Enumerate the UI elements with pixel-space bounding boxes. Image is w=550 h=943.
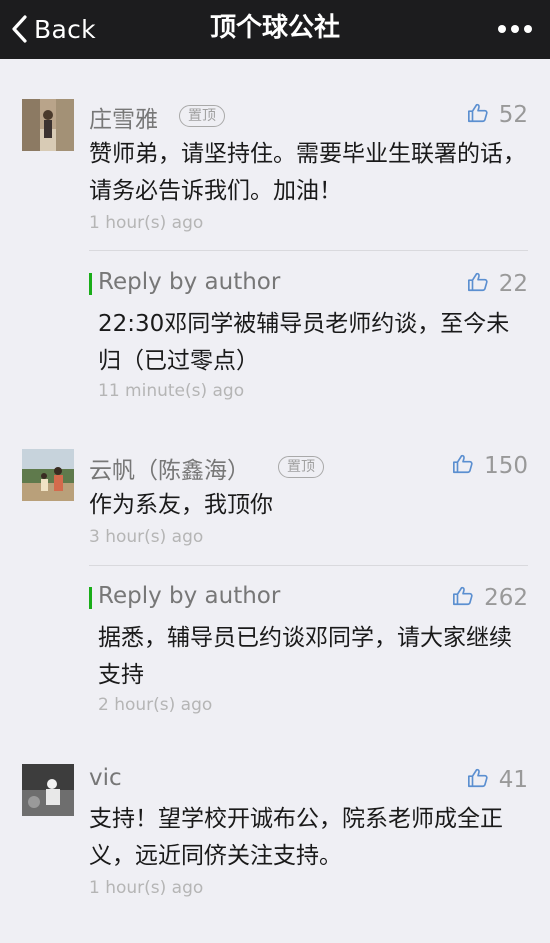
like-count: 150 <box>484 453 528 479</box>
ellipsis-icon <box>498 25 506 33</box>
comment-item: 云帆（陈鑫海） 置顶 150 作为系友，我顶你 3 hour(s) ago Re… <box>0 419 550 739</box>
like-button[interactable]: 150 <box>452 453 528 479</box>
thumbs-up-icon <box>467 767 489 793</box>
pinned-badge: 置顶 <box>179 105 225 127</box>
reply-text: 据悉，辅导员已约谈邓同学，请大家继续支持 <box>98 625 512 688</box>
comment-author[interactable]: 庄雪雅 <box>89 100 158 134</box>
reply-label-text: Reply by author <box>98 583 281 609</box>
thumbs-up-icon <box>452 453 474 479</box>
divider <box>89 250 528 251</box>
reply-label-text: Reply by author <box>98 269 281 295</box>
ellipsis-dot <box>511 25 519 33</box>
nav-bar: Back 顶个球公社 <box>0 0 550 59</box>
comment-time: 1 hour(s) ago <box>89 213 204 233</box>
like-count: 41 <box>498 767 528 793</box>
reply-text: 22:30邓同学被辅导员老师约谈，至今未归（已过零点） <box>98 311 510 374</box>
comment-time: 3 hour(s) ago <box>89 527 204 547</box>
comment-item: vic 41 支持！望学校开诚布公，院系老师成全正义，远近同侪关注支持。 1 h… <box>0 739 550 943</box>
ellipsis-dot <box>524 25 532 33</box>
reply-like-button[interactable]: 22 <box>467 271 528 297</box>
author-reply-label: Reply by author <box>89 583 280 609</box>
like-count: 22 <box>498 271 528 297</box>
comment-list: 庄雪雅 置顶 52 赞师弟，请坚持住。需要毕业生联署的话，请务必告诉我们。加油！… <box>0 59 550 943</box>
reply-like-button[interactable]: 262 <box>452 585 528 611</box>
author-reply-label: Reply by author <box>89 269 280 295</box>
like-button[interactable]: 41 <box>467 767 528 793</box>
reply-accent-bar <box>89 273 92 295</box>
reply-time: 2 hour(s) ago <box>98 695 213 715</box>
back-label: Back <box>34 14 96 44</box>
thumbs-up-icon <box>452 585 474 611</box>
avatar[interactable] <box>22 99 74 151</box>
thumbs-up-icon <box>467 271 489 297</box>
divider <box>89 565 528 566</box>
avatar[interactable] <box>22 449 74 501</box>
chevron-left-icon <box>10 14 28 44</box>
comment-text: 作为系友，我顶你 <box>89 492 273 518</box>
back-button[interactable]: Back <box>10 10 96 48</box>
like-button[interactable]: 52 <box>467 102 528 128</box>
reply-time: 11 minute(s) ago <box>98 381 245 401</box>
more-button[interactable] <box>498 18 532 40</box>
thumbs-up-icon <box>467 102 489 128</box>
comment-author[interactable]: 云帆（陈鑫海） <box>89 451 250 485</box>
comment-time: 1 hour(s) ago <box>89 878 204 898</box>
pinned-badge: 置顶 <box>278 456 324 478</box>
comment-text: 支持！望学校开诚布公，院系老师成全正义，远近同侪关注支持。 <box>89 806 503 869</box>
avatar[interactable] <box>22 764 74 816</box>
comment-text: 赞师弟，请坚持住。需要毕业生联署的话，请务必告诉我们。加油！ <box>89 141 526 204</box>
like-count: 262 <box>484 585 528 611</box>
reply-accent-bar <box>89 587 92 609</box>
comment-item: 庄雪雅 置顶 52 赞师弟，请坚持住。需要毕业生联署的话，请务必告诉我们。加油！… <box>0 59 550 419</box>
comment-author[interactable]: vic <box>89 765 122 791</box>
like-count: 52 <box>498 102 528 128</box>
